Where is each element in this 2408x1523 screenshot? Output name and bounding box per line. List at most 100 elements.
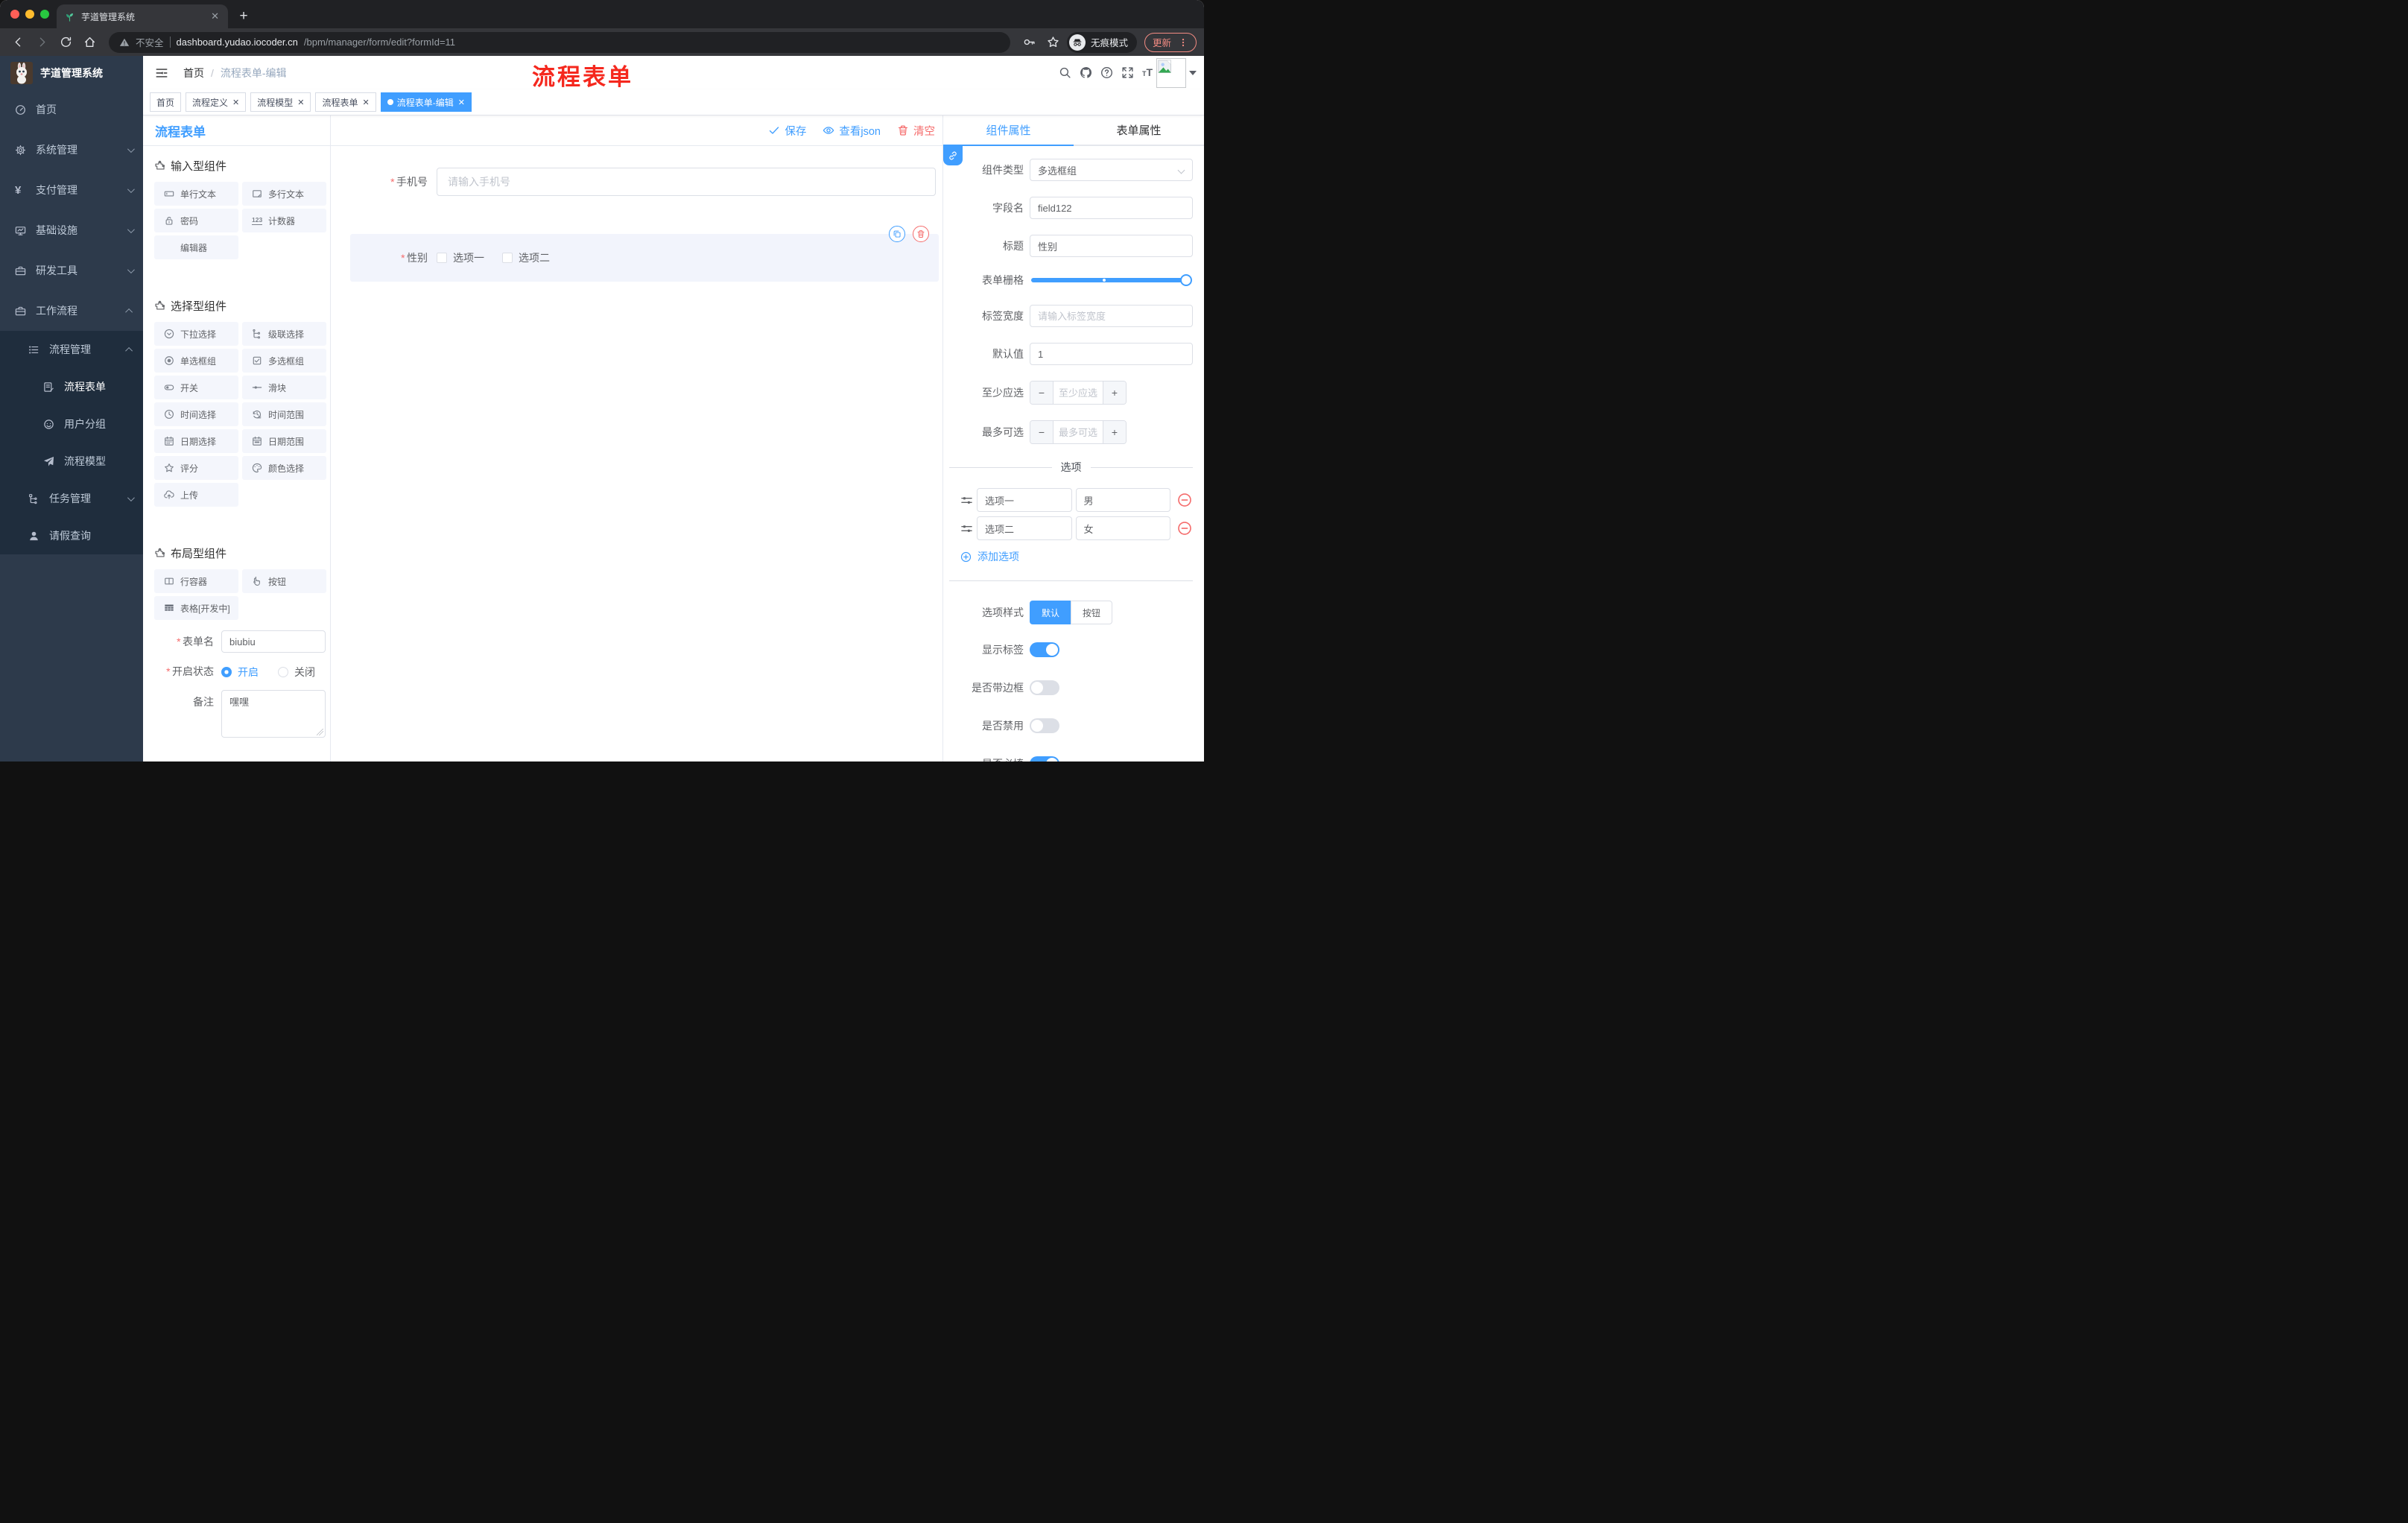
avatar-caret-icon[interactable] bbox=[1189, 70, 1197, 75]
sidebar-item[interactable]: 基础设施 bbox=[0, 210, 143, 250]
sidebar-subitem[interactable]: 任务管理 bbox=[0, 480, 143, 517]
breadcrumb-home[interactable]: 首页 bbox=[183, 66, 204, 80]
nav-tag[interactable]: 流程模型 ✕ bbox=[250, 92, 311, 112]
browser-menu-icon[interactable] bbox=[1178, 37, 1188, 48]
nav-tag[interactable]: 流程定义 ✕ bbox=[186, 92, 247, 112]
form-name-input[interactable] bbox=[221, 630, 326, 653]
component-chip[interactable]: 行容器 bbox=[154, 569, 238, 593]
tab-form-props[interactable]: 表单属性 bbox=[1074, 115, 1204, 146]
component-chip[interactable]: 单行文本 bbox=[154, 182, 238, 206]
checkbox-option[interactable]: 选项二 bbox=[502, 250, 550, 265]
label-width-input[interactable] bbox=[1030, 305, 1193, 327]
sidebar-item[interactable]: 系统管理 bbox=[0, 130, 143, 170]
remove-option-button[interactable] bbox=[1176, 492, 1193, 508]
max-select-input[interactable] bbox=[1054, 421, 1103, 443]
component-chip[interactable]: 多行文本 bbox=[242, 182, 326, 206]
canvas-field-gender-selected[interactable]: * 性别 选项一 选项二 bbox=[350, 234, 939, 282]
stepper-plus-button[interactable]: + bbox=[1103, 381, 1126, 404]
bookmark-star-icon[interactable] bbox=[1043, 32, 1064, 53]
password-key-icon[interactable] bbox=[1019, 32, 1040, 53]
toggle-switch[interactable] bbox=[1030, 756, 1059, 762]
reload-icon[interactable] bbox=[55, 32, 76, 53]
sidebar-subitem[interactable]: 请假查询 bbox=[0, 517, 143, 554]
slider-handle[interactable] bbox=[1180, 274, 1192, 286]
component-chip[interactable]: 表格[开发中] bbox=[154, 596, 238, 620]
back-icon[interactable] bbox=[7, 32, 28, 53]
option-label-input[interactable] bbox=[977, 488, 1072, 512]
status-radio-off[interactable]: 关闭 bbox=[278, 665, 315, 680]
tag-close-icon[interactable]: ✕ bbox=[232, 98, 239, 107]
nav-tag[interactable]: 流程表单-编辑 ✕ bbox=[380, 92, 472, 112]
resize-handle[interactable] bbox=[317, 729, 323, 735]
avatar[interactable] bbox=[1156, 57, 1186, 88]
field-name-input[interactable] bbox=[1030, 197, 1193, 219]
sidebar-item[interactable]: 首页 bbox=[0, 89, 143, 130]
component-chip[interactable]: 下拉选择 bbox=[154, 322, 238, 346]
component-chip[interactable]: 日期选择 bbox=[154, 429, 238, 453]
copy-field-button[interactable] bbox=[889, 226, 905, 242]
component-chip[interactable]: 按钮 bbox=[242, 569, 326, 593]
sidebar-subitem[interactable]: 流程表单 bbox=[0, 368, 143, 405]
browser-tab[interactable]: 芋道管理系统 ✕ bbox=[57, 4, 228, 28]
sidebar-item[interactable]: 研发工具 bbox=[0, 250, 143, 291]
component-chip[interactable]: 颜色选择 bbox=[242, 456, 326, 480]
option-value-input[interactable] bbox=[1075, 516, 1170, 540]
option-value-input[interactable] bbox=[1075, 488, 1170, 512]
sidebar-item[interactable]: 工作流程 bbox=[0, 291, 143, 331]
phone-input[interactable] bbox=[437, 168, 936, 196]
drag-handle-icon[interactable] bbox=[960, 494, 973, 507]
component-chip[interactable]: 滑块 bbox=[242, 376, 326, 399]
component-chip[interactable]: 开关 bbox=[154, 376, 238, 399]
remark-textarea[interactable]: 嘿嘿 bbox=[221, 690, 326, 738]
checkbox-option[interactable]: 选项一 bbox=[437, 250, 484, 265]
data-binding-link-button[interactable] bbox=[943, 146, 963, 165]
remove-option-button[interactable] bbox=[1176, 520, 1193, 536]
component-chip[interactable]: 时间选择 bbox=[154, 402, 238, 426]
forward-icon[interactable] bbox=[31, 32, 52, 53]
component-chip[interactable]: 密码 bbox=[154, 209, 238, 232]
stepper-minus-button[interactable]: − bbox=[1030, 421, 1054, 443]
new-tab-button[interactable]: + bbox=[234, 7, 253, 26]
sidebar-subitem[interactable]: 用户分组 bbox=[0, 405, 143, 443]
github-icon[interactable] bbox=[1080, 66, 1092, 79]
canvas-field-phone[interactable]: * 手机号 bbox=[331, 168, 942, 196]
view-json-button[interactable]: 查看json bbox=[823, 123, 881, 139]
default-value-input[interactable] bbox=[1030, 343, 1193, 365]
form-grid-slider[interactable] bbox=[1031, 274, 1192, 286]
min-select-input[interactable] bbox=[1054, 381, 1103, 404]
add-option-button[interactable]: 添加选项 bbox=[960, 549, 1193, 564]
component-chip[interactable]: 单选框组 bbox=[154, 349, 238, 373]
minimize-window-button[interactable] bbox=[25, 10, 34, 19]
component-chip[interactable]: 123 计数器 bbox=[242, 209, 326, 232]
style-button-button[interactable]: 按钮 bbox=[1071, 601, 1113, 624]
nav-tag[interactable]: 首页 ✕ bbox=[150, 92, 182, 112]
toggle-switch[interactable] bbox=[1030, 718, 1059, 733]
tab-component-props[interactable]: 组件属性 bbox=[943, 115, 1074, 146]
delete-field-button[interactable] bbox=[913, 226, 929, 242]
sidebar-subitem[interactable]: 流程模型 bbox=[0, 443, 143, 480]
hamburger-icon[interactable] bbox=[149, 66, 174, 80]
tag-close-icon[interactable]: ✕ bbox=[458, 98, 465, 107]
component-chip[interactable]: 评分 bbox=[154, 456, 238, 480]
title-input[interactable] bbox=[1030, 235, 1193, 257]
component-chip[interactable]: 时间范围 bbox=[242, 402, 326, 426]
component-chip[interactable]: 级联选择 bbox=[242, 322, 326, 346]
component-chip[interactable]: 上传 bbox=[154, 483, 238, 507]
style-default-button[interactable]: 默认 bbox=[1030, 601, 1071, 624]
font-size-icon[interactable]: TT bbox=[1142, 67, 1153, 79]
nav-tag[interactable]: 流程表单 ✕ bbox=[315, 92, 376, 112]
tag-close-icon[interactable]: ✕ bbox=[363, 98, 370, 107]
home-icon[interactable] bbox=[79, 32, 100, 53]
component-chip[interactable]: 编辑器 bbox=[154, 235, 238, 259]
close-window-button[interactable] bbox=[10, 10, 19, 19]
stepper-plus-button[interactable]: + bbox=[1103, 421, 1126, 443]
status-radio-on[interactable]: 开启 bbox=[221, 665, 259, 680]
toggle-switch[interactable] bbox=[1030, 680, 1059, 695]
url-bar[interactable]: 不安全 dashboard.yudao.iocoder.cn /bpm/mana… bbox=[109, 31, 1010, 53]
search-icon[interactable] bbox=[1059, 66, 1071, 79]
update-button[interactable]: 更新 bbox=[1144, 32, 1197, 52]
stepper-minus-button[interactable]: − bbox=[1030, 381, 1054, 404]
component-chip[interactable]: 日期范围 bbox=[242, 429, 326, 453]
drag-handle-icon[interactable] bbox=[960, 522, 973, 535]
zoom-window-button[interactable] bbox=[40, 10, 49, 19]
